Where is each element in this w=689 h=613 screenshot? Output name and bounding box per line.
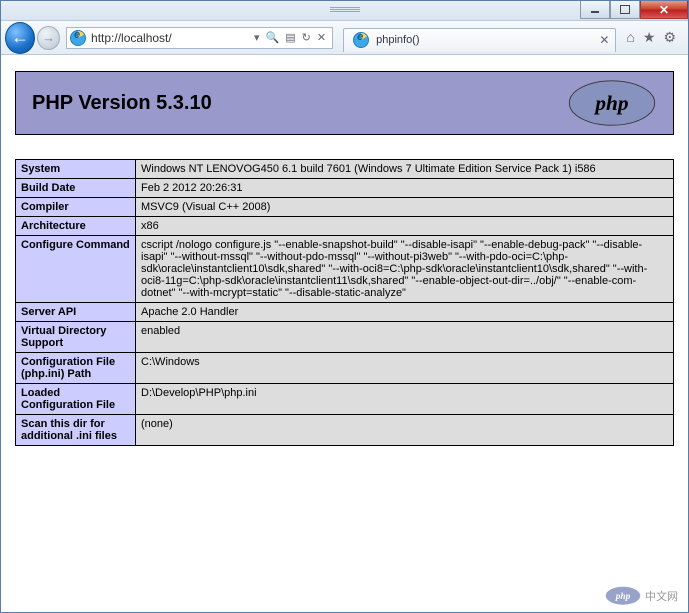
- table-row: Configure Commandcscript /nologo configu…: [16, 236, 674, 303]
- titlebar-grip: [330, 7, 360, 13]
- watermark-logo: php: [605, 586, 641, 606]
- table-row: Virtual Directory Supportenabled: [16, 322, 674, 353]
- browser-toolbar: ▾ 🔍 ▤ ↻ ✕ phpinfo() ✕ ⌂ ★ ⚙: [1, 21, 688, 55]
- svg-text:php: php: [615, 592, 631, 602]
- row-label: System: [16, 160, 136, 179]
- browser-tab[interactable]: phpinfo() ✕: [343, 28, 616, 52]
- row-value: C:\Windows: [136, 353, 674, 384]
- row-label: Architecture: [16, 217, 136, 236]
- forward-button[interactable]: [37, 26, 60, 50]
- watermark-text: 中文网: [645, 588, 678, 604]
- phpinfo-table: SystemWindows NT LENOVOG450 6.1 build 76…: [15, 159, 674, 446]
- table-row: Server APIApache 2.0 Handler: [16, 303, 674, 322]
- toolbar-right: ⌂ ★ ⚙: [618, 29, 684, 46]
- table-row: SystemWindows NT LENOVOG450 6.1 build 76…: [16, 160, 674, 179]
- table-row: Scan this dir for additional .ini files(…: [16, 415, 674, 446]
- browser-window: ▾ 🔍 ▤ ↻ ✕ phpinfo() ✕ ⌂ ★ ⚙ PHP Version …: [0, 0, 689, 613]
- tab-title: phpinfo(): [376, 34, 595, 46]
- tab-strip: phpinfo() ✕: [343, 24, 616, 52]
- tab-favicon: [353, 32, 369, 48]
- table-row: Configuration File (php.ini) PathC:\Wind…: [16, 353, 674, 384]
- php-header: PHP Version 5.3.10 php: [15, 71, 674, 135]
- row-value: D:\Develop\PHP\php.ini: [136, 384, 674, 415]
- close-button[interactable]: [640, 1, 688, 19]
- svg-text:php: php: [593, 91, 629, 115]
- window-titlebar[interactable]: [1, 1, 688, 21]
- favorites-icon[interactable]: ★: [643, 29, 656, 46]
- row-label: Loaded Configuration File: [16, 384, 136, 415]
- page-title: PHP Version 5.3.10: [32, 92, 212, 115]
- maximize-button[interactable]: [610, 1, 640, 19]
- page-content[interactable]: PHP Version 5.3.10 php SystemWindows NT …: [1, 55, 688, 612]
- table-row: Loaded Configuration FileD:\Develop\PHP\…: [16, 384, 674, 415]
- row-label: Virtual Directory Support: [16, 322, 136, 353]
- row-value: x86: [136, 217, 674, 236]
- table-row: CompilerMSVC9 (Visual C++ 2008): [16, 198, 674, 217]
- window-buttons: [580, 1, 688, 19]
- dropdown-icon[interactable]: ▾: [254, 31, 260, 44]
- row-value: enabled: [136, 322, 674, 353]
- row-value: MSVC9 (Visual C++ 2008): [136, 198, 674, 217]
- minimize-button[interactable]: [580, 1, 610, 19]
- row-value: Apache 2.0 Handler: [136, 303, 674, 322]
- row-value: Feb 2 2012 20:26:31: [136, 179, 674, 198]
- address-input[interactable]: [89, 31, 248, 45]
- tab-close-icon[interactable]: ✕: [599, 33, 609, 47]
- row-value: (none): [136, 415, 674, 446]
- back-button[interactable]: [5, 22, 35, 54]
- address-actions: ▾ 🔍 ▤ ↻ ✕: [248, 31, 332, 44]
- home-icon[interactable]: ⌂: [626, 29, 634, 46]
- row-label: Configuration File (php.ini) Path: [16, 353, 136, 384]
- row-label: Compiler: [16, 198, 136, 217]
- row-label: Server API: [16, 303, 136, 322]
- row-label: Build Date: [16, 179, 136, 198]
- row-label: Configure Command: [16, 236, 136, 303]
- table-row: Architecturex86: [16, 217, 674, 236]
- row-value: Windows NT LENOVOG450 6.1 build 7601 (Wi…: [136, 160, 674, 179]
- php-logo: php: [567, 79, 657, 127]
- address-bar[interactable]: ▾ 🔍 ▤ ↻ ✕: [66, 27, 333, 49]
- compat-icon[interactable]: ▤: [285, 31, 295, 44]
- refresh-icon[interactable]: ↻: [302, 31, 311, 44]
- watermark: php 中文网: [605, 586, 678, 606]
- row-value: cscript /nologo configure.js "--enable-s…: [136, 236, 674, 303]
- tools-icon[interactable]: ⚙: [663, 29, 676, 46]
- table-row: Build DateFeb 2 2012 20:26:31: [16, 179, 674, 198]
- row-label: Scan this dir for additional .ini files: [16, 415, 136, 446]
- ie-icon: [70, 30, 86, 46]
- search-icon[interactable]: 🔍: [266, 31, 280, 44]
- stop-icon[interactable]: ✕: [317, 31, 326, 44]
